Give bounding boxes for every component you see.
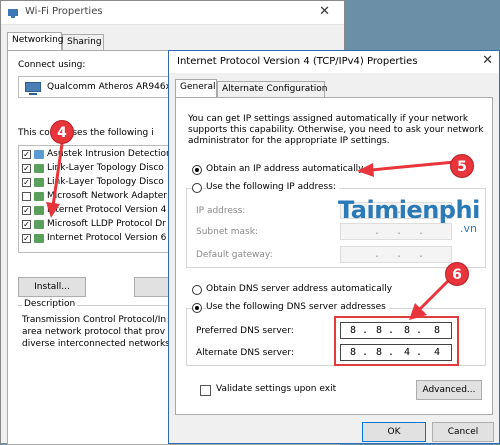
close-icon[interactable]: ✕ bbox=[319, 4, 330, 19]
watermark-suffix: .vn bbox=[460, 222, 477, 235]
use-following-dns-radio[interactable] bbox=[192, 303, 202, 313]
watermark-logo: Taimienphi bbox=[338, 196, 480, 224]
step-badge-4: 4 bbox=[50, 120, 74, 144]
connect-using-label: Connect using: bbox=[18, 60, 86, 70]
step-badge-6: 6 bbox=[445, 262, 469, 286]
uses-following-label: This co on uses the following i bbox=[18, 128, 154, 138]
close-icon[interactable]: ✕ bbox=[482, 53, 493, 68]
alternate-dns-label: Alternate DNS server: bbox=[196, 348, 295, 358]
subnet-mask-label: Subnet mask: bbox=[196, 227, 258, 237]
obtain-ip-auto-radio[interactable] bbox=[192, 165, 202, 175]
wifi-titlebar: Wi-Fi Properties ✕ bbox=[1, 1, 344, 25]
cancel-button[interactable]: Cancel bbox=[432, 422, 494, 442]
item-checkbox[interactable]: ✓ bbox=[22, 220, 31, 229]
validate-label[interactable]: Validate settings upon exit bbox=[216, 384, 336, 394]
item-checkbox[interactable]: ✓ bbox=[22, 178, 31, 187]
intro-line: supports this capability. Otherwise, you… bbox=[188, 125, 484, 135]
item-label: Microsoft LLDP Protocol Dr bbox=[47, 219, 166, 229]
use-following-ip-label[interactable]: Use the following IP address: bbox=[206, 182, 339, 192]
intro-line: You can get IP settings assigned automat… bbox=[188, 114, 469, 124]
description-line: diverse interconnected networks bbox=[22, 339, 170, 349]
adapter-name: Qualcomm Atheros AR946x bbox=[47, 82, 171, 92]
ipv4-properties-dialog: Internet Protocol Version 4 (TCP/IPv4) P… bbox=[168, 50, 500, 444]
general-panel: You can get IP settings assigned automat… bbox=[175, 97, 493, 415]
item-checkbox[interactable]: ✓ bbox=[22, 164, 31, 173]
default-gateway-label: Default gateway: bbox=[196, 250, 273, 260]
description-line: Transmission Control Protocol/In bbox=[22, 315, 167, 325]
annotation-arrow-5 bbox=[357, 160, 456, 177]
item-label: Internet Protocol Version 6 ( bbox=[47, 233, 173, 243]
network-component-icon bbox=[34, 220, 44, 229]
item-checkbox[interactable]: ✓ bbox=[22, 234, 31, 243]
obtain-ip-auto-label[interactable]: Obtain an IP address automatically bbox=[206, 164, 364, 174]
description-line: area network protocol that prov bbox=[22, 327, 166, 337]
item-checkbox[interactable] bbox=[22, 192, 31, 201]
use-following-ip-radio[interactable] bbox=[192, 183, 202, 193]
ok-button[interactable]: OK bbox=[362, 422, 426, 442]
ip-address-label: IP address: bbox=[196, 206, 246, 216]
obtain-dns-auto-radio[interactable] bbox=[192, 285, 202, 295]
install-button[interactable]: Install... bbox=[18, 277, 86, 297]
tab-networking[interactable]: Networking bbox=[7, 32, 64, 50]
item-checkbox[interactable]: ✓ bbox=[22, 150, 31, 159]
default-gateway-field: ... bbox=[340, 246, 452, 263]
window-title: Wi-Fi Properties bbox=[25, 6, 103, 17]
use-following-dns-label[interactable]: Use the following DNS server addresses bbox=[206, 302, 389, 312]
item-checkbox[interactable]: ✓ bbox=[22, 206, 31, 215]
network-component-icon bbox=[34, 234, 44, 243]
validate-checkbox[interactable] bbox=[200, 385, 211, 396]
subnet-mask-field: ... bbox=[340, 223, 452, 240]
preferred-dns-label: Preferred DNS server: bbox=[196, 326, 294, 336]
tab-sharing[interactable]: Sharing bbox=[62, 34, 104, 50]
tab-general[interactable]: General bbox=[175, 79, 217, 97]
intro-line: administrator for the appropriate IP set… bbox=[188, 136, 390, 146]
tab-alternate-configuration[interactable]: Alternate Configuration bbox=[217, 81, 327, 97]
obtain-dns-auto-label[interactable]: Obtain DNS server address automatically bbox=[206, 284, 392, 294]
dialog-title: Internet Protocol Version 4 (TCP/IPv4) P… bbox=[177, 56, 418, 67]
advanced-button[interactable]: Advanced... bbox=[416, 380, 482, 400]
description-heading: Description bbox=[22, 299, 78, 309]
network-adapter-icon bbox=[25, 82, 41, 95]
wifi-window-icon bbox=[8, 9, 18, 18]
ipv4-titlebar: Internet Protocol Version 4 (TCP/IPv4) P… bbox=[169, 51, 499, 73]
step-badge-5: 5 bbox=[450, 154, 474, 178]
